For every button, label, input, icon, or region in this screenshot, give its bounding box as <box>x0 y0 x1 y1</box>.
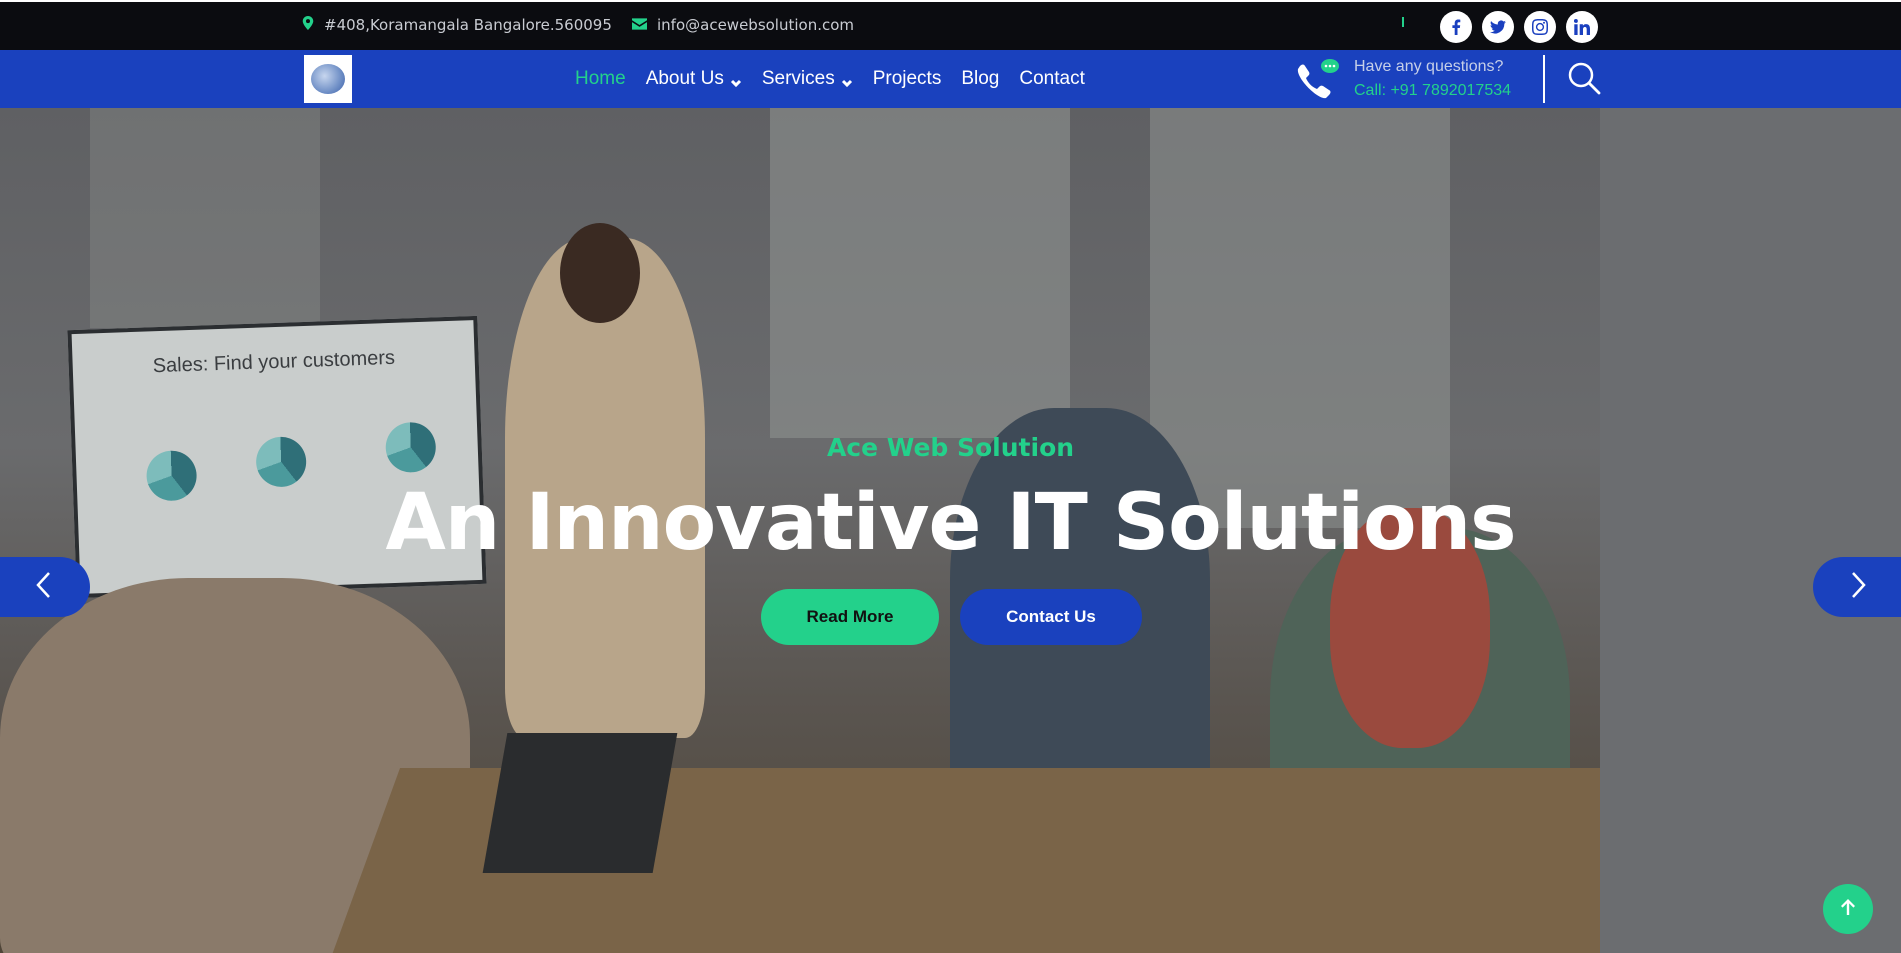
map-pin-icon <box>302 16 314 34</box>
slider-prev-button[interactable] <box>0 557 90 617</box>
linkedin-icon[interactable] <box>1566 11 1598 43</box>
instagram-icon[interactable] <box>1524 11 1556 43</box>
hero-tagline: Ace Web Solution <box>826 433 1075 462</box>
nav-label: Blog <box>961 68 1000 89</box>
logo-globe-icon <box>311 64 345 94</box>
email-info[interactable]: info@acewebsolution.com <box>632 16 854 34</box>
chevron-right-icon <box>1848 571 1868 604</box>
hero-content: Ace Web Solution An Innovative IT Soluti… <box>0 108 1901 953</box>
top-bar: #408,Koramangala Bangalore.560095 info@a… <box>0 0 1901 50</box>
chevron-left-icon <box>34 571 54 604</box>
nav-label: Services <box>761 68 835 89</box>
search-icon[interactable] <box>1566 60 1602 96</box>
nav-item-projects[interactable]: Projects <box>873 68 942 90</box>
main-navbar: Home About Us Services Projects Blog Con… <box>0 50 1901 108</box>
nav-item-about-us[interactable]: About Us <box>646 68 742 90</box>
address-info: #408,Koramangala Bangalore.560095 <box>302 16 612 34</box>
nav-divider <box>1543 55 1545 103</box>
address-text: #408,Koramangala Bangalore.560095 <box>324 16 612 34</box>
questions-label: Have any questions? <box>1354 58 1504 75</box>
nav-label: Contact <box>1019 68 1085 89</box>
chevron-down-icon <box>730 73 742 88</box>
nav-label: About Us <box>645 68 724 89</box>
arrow-up-icon <box>1839 898 1857 921</box>
chevron-down-icon <box>841 73 853 88</box>
site-logo[interactable] <box>304 55 352 103</box>
divider <box>1402 17 1404 27</box>
social-links <box>1440 11 1598 43</box>
twitter-icon[interactable] <box>1482 11 1514 43</box>
nav-item-contact[interactable]: Contact <box>1019 68 1084 90</box>
facebook-icon[interactable] <box>1440 11 1472 43</box>
main-menu: Home About Us Services Projects Blog Con… <box>575 50 1085 108</box>
phone-chat-icon <box>1294 56 1340 100</box>
hero-headline: An Innovative IT Solutions <box>385 478 1516 568</box>
envelope-icon <box>632 16 647 34</box>
nav-item-blog[interactable]: Blog <box>961 68 999 90</box>
email-link[interactable]: info@acewebsolution.com <box>657 16 854 34</box>
call-number[interactable]: Call: +91 7892017534 <box>1354 82 1511 100</box>
nav-item-home[interactable]: Home <box>575 68 626 90</box>
back-to-top-button[interactable] <box>1823 884 1873 934</box>
nav-label: Projects <box>872 68 942 89</box>
slider-next-button[interactable] <box>1813 557 1901 617</box>
read-more-button[interactable]: Read More <box>761 589 939 645</box>
nav-item-services[interactable]: Services <box>762 68 853 90</box>
nav-label: Home <box>575 68 626 89</box>
contact-us-button[interactable]: Contact Us <box>960 589 1142 645</box>
